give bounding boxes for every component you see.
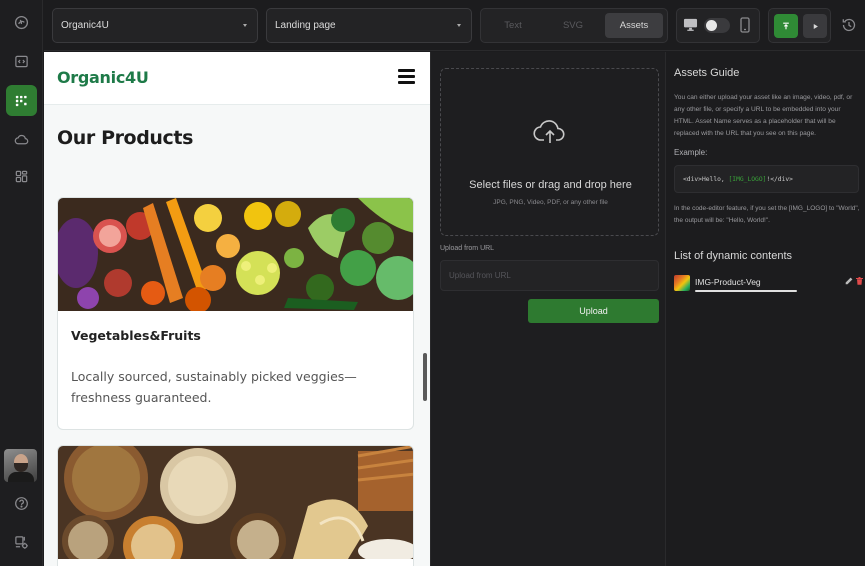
avatar[interactable]: [4, 449, 37, 482]
url-field-label: Upload from URL: [440, 245, 495, 252]
play-icon: [813, 23, 818, 29]
templates-icon[interactable]: [6, 161, 37, 192]
file-dropzone[interactable]: Select files or drag and drop here JPG, …: [440, 68, 659, 236]
guide-note: In the code-editor feature, if you set t…: [674, 205, 860, 224]
list-item[interactable]: IMG-Product-Veg: [674, 274, 863, 296]
code-icon[interactable]: [6, 46, 37, 77]
product-card-title: Vegetables&Fruits: [71, 328, 201, 343]
code-suffix: !</div>: [766, 176, 793, 183]
assets-icon[interactable]: [6, 85, 37, 116]
page-select[interactable]: Landing page: [266, 8, 472, 43]
url-input[interactable]: [440, 260, 659, 291]
history-icon[interactable]: [841, 17, 857, 33]
product-image-vegetables: [58, 198, 413, 311]
toggle-knob: [706, 20, 717, 31]
example-label: Example:: [674, 148, 708, 157]
chevron-down-icon: [457, 24, 461, 27]
hamburger-bar: [398, 69, 415, 72]
assets-guide-panel: Assets Guide You can either upload your …: [667, 52, 865, 566]
device-toggle-group: [676, 8, 760, 43]
product-image-grains: [58, 446, 413, 559]
asset-thumbnail: [674, 275, 690, 291]
code-placeholder: [IMG_LOGO]: [728, 176, 767, 183]
asset-progress-bar: [695, 290, 797, 292]
tab-text[interactable]: Text: [485, 13, 541, 38]
asset-name: IMG-Product-Veg: [695, 277, 761, 287]
code-example: <div>Hello, [IMG_LOGO]!</div>: [674, 165, 859, 193]
vegetables-photo: [58, 198, 413, 311]
cloud-icon[interactable]: [6, 124, 37, 155]
site-logo[interactable]: Organic4U: [57, 68, 149, 87]
section-heading: Our Products: [57, 127, 193, 149]
product-card-description: Locally sourced, sustainably picked vegg…: [71, 369, 357, 405]
cloud-upload-icon: [533, 120, 565, 143]
guide-description: You can either upload your asset like an…: [674, 94, 853, 137]
hamburger-bar: [398, 81, 415, 84]
pencil-icon[interactable]: [845, 277, 853, 285]
help-icon[interactable]: [6, 488, 37, 519]
mobile-icon[interactable]: [739, 17, 751, 33]
product-card[interactable]: Vegetables&Fruits Locally sourced, susta…: [57, 197, 414, 430]
hamburger-bar: [398, 75, 415, 78]
deploy-icon: [783, 22, 789, 30]
trash-icon[interactable]: [856, 277, 863, 285]
avatar-body: [8, 472, 34, 482]
project-select[interactable]: Organic4U: [52, 8, 258, 43]
tab-assets[interactable]: Assets: [605, 13, 663, 38]
hamburger-menu-icon[interactable]: [398, 69, 415, 84]
app-window: Organic4U Landing page Text SVG Assets O…: [0, 0, 865, 566]
left-rail: [0, 0, 43, 566]
dropzone-title: Select files or drag and drop here: [469, 179, 632, 191]
settings-icon[interactable]: [6, 527, 37, 558]
tab-svg[interactable]: SVG: [545, 13, 601, 38]
device-toggle[interactable]: [704, 18, 730, 33]
chevron-down-icon: [243, 24, 247, 27]
site-preview: Organic4U Our Products Vegetables&Fruits…: [44, 52, 430, 566]
logo-icon[interactable]: [6, 7, 37, 38]
page-select-value: Landing page: [275, 20, 336, 31]
avatar-beard: [14, 463, 28, 472]
dropzone-subtitle: JPG, PNG, Video, PDF, or any other file: [493, 199, 608, 206]
preview-navbar: Organic4U: [44, 52, 430, 105]
desktop-icon[interactable]: [683, 18, 698, 32]
topbar: Organic4U Landing page Text SVG Assets: [44, 0, 865, 51]
grains-photo: [58, 446, 413, 559]
guide-title: Assets Guide: [674, 67, 740, 79]
run-group: [768, 8, 831, 43]
upload-panel: Select files or drag and drop here JPG, …: [430, 52, 666, 566]
asset-type-tabs: Text SVG Assets: [480, 8, 668, 43]
upload-button[interactable]: Upload: [528, 299, 659, 323]
preview-scrollbar[interactable]: [423, 353, 427, 401]
product-card[interactable]: [57, 445, 414, 566]
preview-play-button[interactable]: [803, 14, 827, 38]
code-prefix: <div>Hello,: [683, 176, 729, 183]
dynamic-contents-title: List of dynamic contents: [674, 250, 793, 262]
deploy-button[interactable]: [774, 14, 798, 38]
project-select-value: Organic4U: [61, 20, 109, 31]
